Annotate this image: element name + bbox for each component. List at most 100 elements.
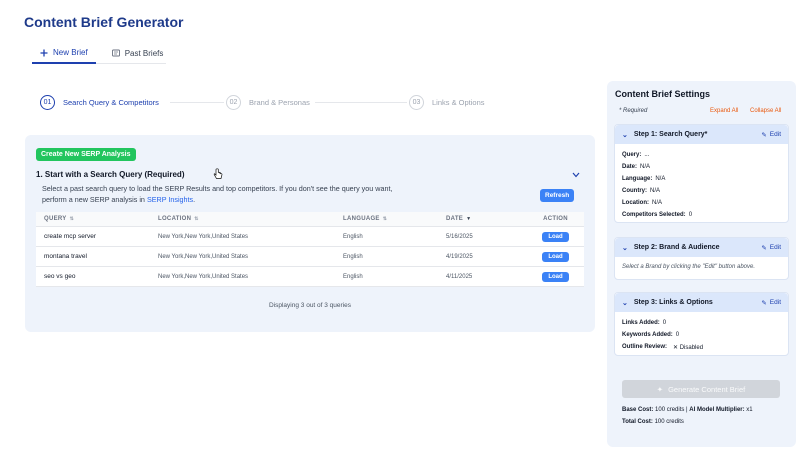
description-end: . <box>193 195 196 204</box>
edit-step1-button[interactable]: ✎ Edit <box>761 131 781 139</box>
mouse-cursor-icon <box>213 168 223 183</box>
step2-title: Step 2: Brand & Audience <box>633 244 720 251</box>
step-number: 03 <box>409 95 424 110</box>
col-location-header[interactable]: LOCATION ⇅ <box>150 216 335 222</box>
load-button[interactable]: Load <box>542 271 569 282</box>
generate-label: Generate Content Brief <box>668 384 746 394</box>
keywords-added-field: Keywords Added: 0 <box>622 332 680 338</box>
col-action-header: ACTION <box>543 216 568 222</box>
table-row: seo vs geo New York,New York,United Stat… <box>36 267 584 287</box>
step3-body: Links Added: 0 Keywords Added: 0 Outline R… <box>615 312 788 358</box>
query-cell: seo vs geo <box>44 273 76 280</box>
col-language-header[interactable]: LANGUAGE ⇅ <box>335 216 438 222</box>
refresh-button[interactable]: Refresh <box>540 189 575 202</box>
edit-label: Edit <box>769 299 781 306</box>
table-header: QUERY ⇅ LOCATION ⇅ LANGUAGE ⇅ DATE ▼ ACTION <box>36 212 584 227</box>
step-label: Links & Options <box>432 98 485 107</box>
step-connector <box>315 102 407 103</box>
step-label: Search Query & Competitors <box>63 98 159 107</box>
step3-title: Step 3: Links & Options <box>633 299 713 306</box>
section-title: 1. Start with a Search Query (Required) <box>36 170 185 179</box>
step1-header[interactable]: ⌄ Step 1: Search Query* ✎ Edit <box>615 125 788 144</box>
col-date-header[interactable]: DATE ▼ <box>438 216 527 222</box>
page-title: Content Brief Generator <box>24 14 184 30</box>
section-description: Select a past search query to load the S… <box>42 183 412 205</box>
required-note: * Required <box>619 108 648 114</box>
pencil-icon: ✎ <box>761 131 767 139</box>
base-cost-line: Base Cost: 100 credits | AI Model Multip… <box>622 407 753 413</box>
search-query-panel: Create New SERP Analysis 1. Start with a… <box>25 135 595 332</box>
tab-new-brief[interactable]: New Brief <box>32 43 96 64</box>
step-number: 02 <box>226 95 241 110</box>
step-search-query[interactable]: 01 Search Query & Competitors <box>40 95 159 110</box>
date-cell: 5/16/2025 <box>446 233 473 240</box>
col-query-header[interactable]: QUERY ⇅ <box>36 216 150 222</box>
step1-card: ⌄ Step 1: Search Query* ✎ Edit Query:...… <box>614 124 789 223</box>
query-cell: create mcp server <box>44 233 97 240</box>
links-added-field: Links Added: 0 <box>622 320 667 326</box>
document-icon <box>111 49 120 57</box>
step3-header[interactable]: ⌄ Step 3: Links & Options ✎ Edit <box>615 293 788 312</box>
language-cell: English <box>343 273 363 280</box>
step1-title: Step 1: Search Query* <box>633 131 708 138</box>
load-button[interactable]: Load <box>542 231 569 242</box>
generate-content-brief-button[interactable]: ✦ Generate Content Brief <box>622 380 780 398</box>
tab-past-briefs-label: Past Briefs <box>124 48 164 58</box>
settings-title: Content Brief Settings <box>615 89 711 99</box>
location-field: Location: N/A <box>622 200 663 206</box>
step2-body: Select a Brand by clicking the "Edit" bu… <box>615 257 788 275</box>
step-number: 01 <box>40 95 55 110</box>
expand-all-link[interactable]: Expand All <box>710 108 738 114</box>
country-field: Country: N/A <box>622 188 661 194</box>
total-cost-line: Total Cost: 100 credits <box>622 419 684 425</box>
pencil-icon: ✎ <box>761 299 767 307</box>
description-text: Select a past search query to load the S… <box>42 184 393 204</box>
tab-new-brief-label: New Brief <box>53 48 88 57</box>
step-links-options[interactable]: 03 Links & Options <box>409 95 485 110</box>
step1-body: Query:... Date: N/A Language: N/A Country:… <box>615 144 788 226</box>
chevron-down-icon[interactable] <box>572 170 580 180</box>
load-button[interactable]: Load <box>542 251 569 262</box>
location-cell: New York,New York,United States <box>158 273 249 280</box>
step2-card: ⌄ Step 2: Brand & Audience ✎ Edit Select… <box>614 237 789 280</box>
sparkle-icon: ✦ <box>656 384 664 394</box>
step-brand-personas[interactable]: 02 Brand & Personas <box>226 95 310 110</box>
pencil-icon: ✎ <box>761 244 767 252</box>
sort-icon: ⇅ <box>382 216 388 222</box>
sort-icon: ⇅ <box>194 216 199 222</box>
chevron-down-icon: ⌄ <box>622 299 628 307</box>
chevron-down-icon: ⌄ <box>622 244 628 252</box>
serp-insights-link[interactable]: SERP Insights <box>147 195 193 204</box>
edit-label: Edit <box>769 131 781 138</box>
step-label: Brand & Personas <box>249 98 310 107</box>
language-cell: English <box>343 233 363 240</box>
language-cell: English <box>343 253 363 260</box>
tab-bar: New Brief Past Briefs <box>32 43 179 64</box>
location-cell: New York,New York,United States <box>158 233 249 240</box>
query-field: Query:... <box>622 152 650 158</box>
step-connector <box>170 102 224 103</box>
queries-table: QUERY ⇅ LOCATION ⇅ LANGUAGE ⇅ DATE ▼ ACTION … <box>36 212 584 287</box>
query-cell: montana travel <box>44 253 87 260</box>
edit-step2-button[interactable]: ✎ Edit <box>761 244 781 252</box>
date-cell: 4/11/2025 <box>446 273 473 280</box>
tab-past-briefs[interactable]: Past Briefs <box>104 43 172 63</box>
chevron-down-icon: ⌄ <box>622 131 628 139</box>
create-serp-analysis-button[interactable]: Create New SERP Analysis <box>36 148 136 161</box>
edit-step3-button[interactable]: ✎ Edit <box>761 299 781 307</box>
step2-header[interactable]: ⌄ Step 2: Brand & Audience ✎ Edit <box>615 238 788 257</box>
language-field: Language: N/A <box>622 176 666 182</box>
plus-icon <box>40 49 48 57</box>
date-cell: 4/19/2025 <box>446 253 473 260</box>
collapse-all-link[interactable]: Collapse All <box>750 108 781 114</box>
sort-desc-icon: ▼ <box>466 216 472 222</box>
step3-card: ⌄ Step 3: Links & Options ✎ Edit Links A… <box>614 292 789 356</box>
date-field: Date: N/A <box>622 164 651 170</box>
competitors-field: Competitors Selected: 0 <box>622 212 693 218</box>
table-row: create mcp server New York,New York,Unit… <box>36 227 584 247</box>
brand-note: Select a Brand by clicking the "Edit" bu… <box>622 264 756 270</box>
edit-label: Edit <box>769 244 781 251</box>
location-cell: New York,New York,United States <box>158 253 249 260</box>
outline-review-field: Outline Review: ✕ Disabled <box>622 344 704 351</box>
sort-icon: ⇅ <box>69 216 75 222</box>
